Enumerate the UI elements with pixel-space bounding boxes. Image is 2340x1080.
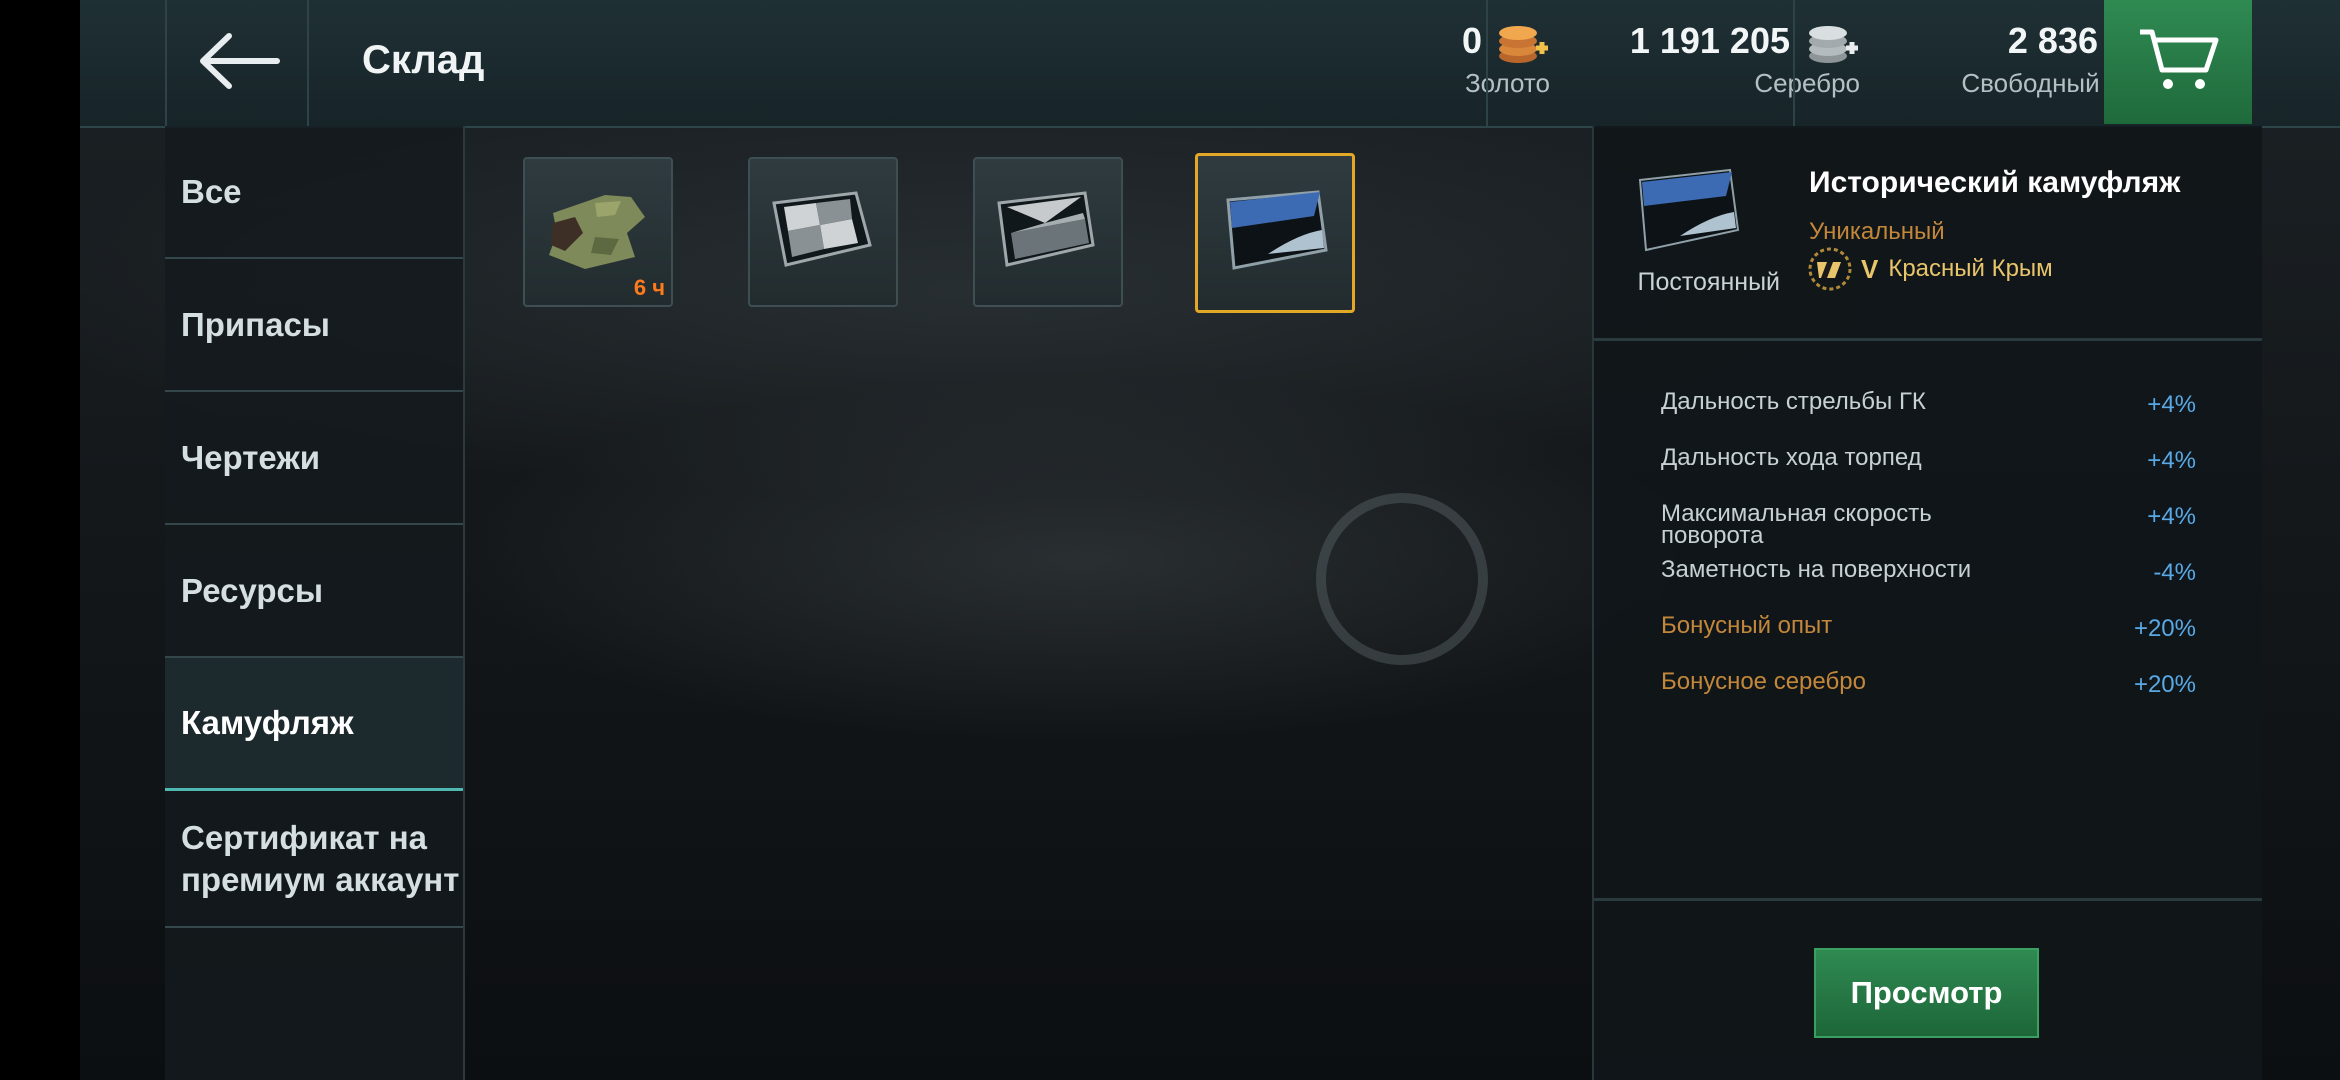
sidebar-item-all[interactable]: Все [165, 126, 463, 259]
item-rarity: Уникальный [1809, 218, 1945, 245]
economic-bonus-row: Бонусный опыт +20% [1661, 612, 2196, 671]
camouflage-icon [997, 191, 1095, 267]
gold-balance[interactable]: 0 Золото [1370, 20, 1550, 99]
bonus-value: +4% [2147, 447, 2196, 474]
item-name: Исторический камуфляж [1809, 166, 2181, 199]
economic-bonus-row: Бонусное серебро +20% [1661, 668, 2196, 727]
ship-class-badge-icon [1808, 247, 1852, 291]
camo-tile-grey-checker[interactable] [748, 157, 898, 307]
bonus-row: Максимальная скорость поворота +4% [1661, 500, 2196, 559]
sidebar-item-label: Все [181, 172, 242, 210]
sidebar-item-label: Камуфляж [181, 704, 354, 741]
shop-cart-button[interactable] [2104, 0, 2252, 124]
camo-tile-historical-blue[interactable] [1195, 153, 1355, 313]
sidebar-item-consumables[interactable]: Припасы [165, 259, 463, 392]
time-remaining: 6 ч [633, 275, 665, 300]
sidebar-item-blueprints[interactable]: Чертежи [165, 392, 463, 525]
bonus-value: -4% [2153, 559, 2196, 586]
bonus-row: Дальность хода торпед +4% [1661, 444, 2196, 503]
bonus-value: +4% [2147, 391, 2196, 418]
panel-divider [1594, 898, 2262, 901]
back-arrow-icon [200, 33, 280, 89]
bonus-value: +20% [2133, 671, 2196, 698]
camouflage-icon [772, 191, 872, 267]
page-title: Склад [362, 38, 485, 82]
bonus-name: Дальность стрельбы ГК [1661, 388, 1926, 415]
sidebar-item-resources[interactable]: Ресурсы [165, 525, 463, 658]
ship-tier: V [1861, 253, 1879, 284]
camouflage-icon [549, 195, 645, 269]
gold-label: Золото [1464, 68, 1550, 98]
silver-balance[interactable]: 1 191 205 Серебро [1530, 20, 1860, 99]
bonus-row: Заметность на поверхности -4% [1661, 556, 2196, 615]
sidebar-item-premium-certificate[interactable]: Сертификат на премиум аккаунт [165, 791, 463, 928]
bonus-name: Бонусный опыт [1661, 612, 1833, 639]
header-divider [1486, 0, 1488, 126]
bonus-value: +20% [2133, 615, 2196, 642]
ship-name: Красный Крым [1888, 255, 2053, 282]
permanence-label: Постоянный [1637, 268, 1780, 296]
camo-tile-grey-dark[interactable] [973, 157, 1123, 307]
bonus-value: +4% [2147, 503, 2196, 530]
camo-tile-green[interactable]: 6 ч [523, 157, 673, 307]
bonus-name: Дальность хода торпед [1661, 444, 1922, 471]
header-divider [1793, 0, 1795, 126]
category-sidebar: Все Припасы Чертежи Ресурсы Камуфляж Сер… [165, 126, 465, 1080]
silver-label: Серебро [1754, 68, 1860, 98]
sidebar-item-label: Ресурсы [181, 571, 324, 609]
bonus-list: Дальность стрельбы ГК +4% Дальность хода… [1661, 388, 2196, 727]
cart-icon [2140, 29, 2219, 89]
storage-screen: Склад 0 Золото 1 191 205 Серебро 2 836 С… [80, 0, 2340, 1080]
ship-info: V Красный Крым [1807, 246, 2053, 292]
sidebar-item-label: Сертификат на премиум аккаунт [181, 818, 460, 898]
historical-camouflage-icon [1638, 168, 1740, 252]
camouflage-icon [1226, 190, 1328, 270]
bonus-name: Бонусное серебро [1661, 668, 1866, 695]
sidebar-item-label: Припасы [181, 305, 330, 343]
bonus-name: Максимальная скорость поворота [1661, 500, 1932, 549]
bonus-name: Заметность на поверхности [1661, 556, 1972, 583]
sidebar-item-camouflage[interactable]: Камуфляж [165, 658, 463, 791]
bonus-row: Дальность стрельбы ГК +4% [1661, 388, 2196, 447]
back-button[interactable] [165, 0, 309, 126]
top-bar: Склад 0 Золото 1 191 205 Серебро 2 836 С… [80, 0, 2340, 128]
item-summary: Постоянный Исторический камуфляж Уникаль… [1594, 126, 2262, 341]
sidebar-item-label: Чертежи [181, 438, 321, 476]
view-button[interactable]: Просмотр [1814, 948, 2039, 1038]
loading-ring [1316, 493, 1488, 665]
item-detail-panel: Постоянный Исторический камуфляж Уникаль… [1592, 126, 2262, 1080]
